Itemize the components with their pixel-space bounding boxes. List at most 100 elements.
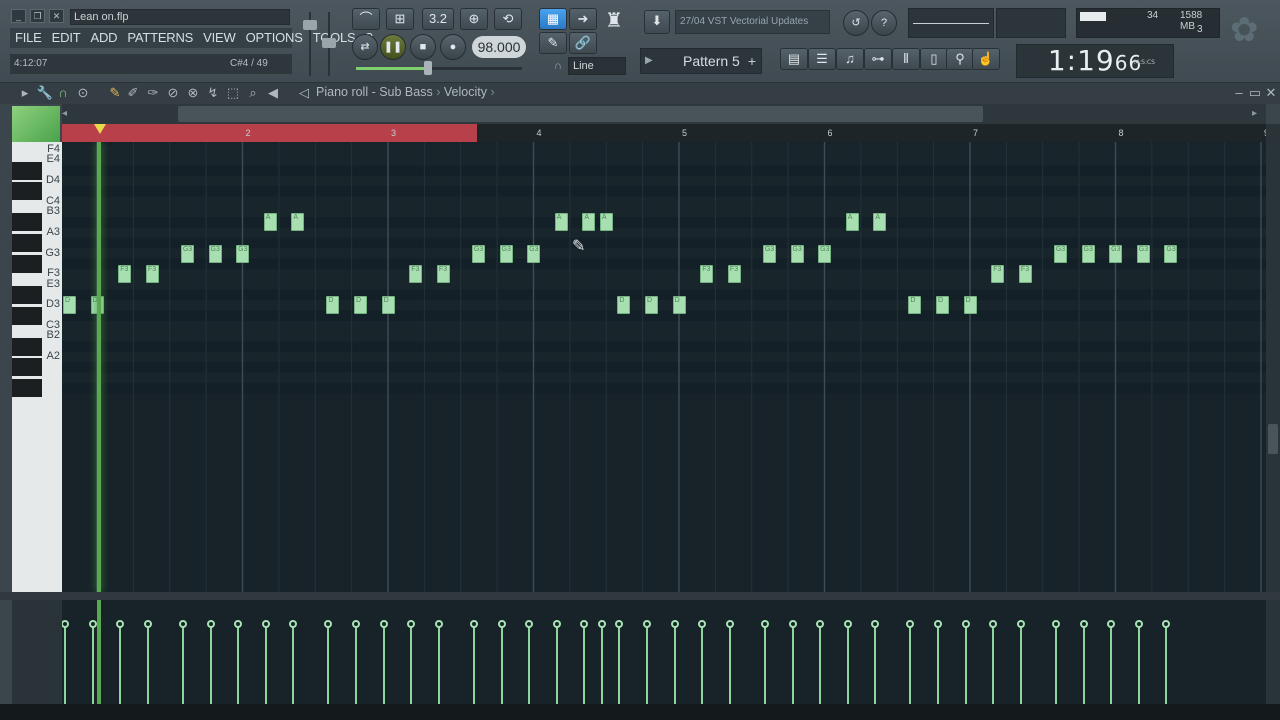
- velocity-handle[interactable]: [816, 620, 825, 628]
- news-ticker[interactable]: 27/04 VST Vectorial Updates: [675, 10, 830, 34]
- velocity-stem[interactable]: [146, 624, 149, 704]
- menu-view[interactable]: VIEW: [198, 28, 240, 48]
- loop-record-button[interactable]: ⟲: [494, 8, 522, 30]
- velocity-handle[interactable]: [1051, 620, 1060, 628]
- plugin-button[interactable]: ⚲: [946, 48, 974, 70]
- velocity-handle[interactable]: [1134, 620, 1143, 628]
- velocity-handle[interactable]: [143, 620, 152, 628]
- paint-tool-icon[interactable]: ✑: [144, 83, 162, 103]
- pattern-selector[interactable]: ▶ Pattern 5 +: [640, 48, 762, 74]
- velocity-stem[interactable]: [437, 624, 440, 704]
- velocity-stem[interactable]: [673, 624, 676, 704]
- velocity-handle[interactable]: [906, 620, 915, 628]
- velocity-handle[interactable]: [843, 620, 852, 628]
- note-block[interactable]: D: [645, 296, 658, 315]
- scroll-thumb[interactable]: [178, 106, 983, 122]
- wrench-icon[interactable]: 🔧: [36, 83, 54, 103]
- velocity-stem[interactable]: [763, 624, 766, 704]
- scroll-right-icon[interactable]: ▸: [1252, 108, 1257, 119]
- velocity-stem[interactable]: [119, 624, 122, 704]
- record-button[interactable]: ●: [440, 34, 466, 60]
- velocity-handle[interactable]: [788, 620, 797, 628]
- velocity-stem[interactable]: [874, 624, 877, 704]
- velocity-handle[interactable]: [871, 620, 880, 628]
- velocity-stem[interactable]: [791, 624, 794, 704]
- velocity-stem[interactable]: [1082, 624, 1085, 704]
- note-block[interactable]: G3: [1164, 244, 1178, 263]
- note-block[interactable]: G3: [236, 244, 250, 263]
- black-key[interactable]: [12, 213, 42, 232]
- event-lane-splitter[interactable]: [0, 592, 1280, 600]
- velocity-handle[interactable]: [434, 620, 443, 628]
- velocity-stem[interactable]: [472, 624, 475, 704]
- velocity-stem[interactable]: [909, 624, 912, 704]
- note-block[interactable]: D: [326, 296, 340, 315]
- velocity-scrollbar[interactable]: [1266, 600, 1280, 704]
- velocity-handle[interactable]: [670, 620, 679, 628]
- velocity-stem[interactable]: [355, 624, 357, 704]
- note-grid[interactable]: D D F3 F3 G3 G3 G3 A A D D D F3 F3 G3 G3 G3 A A A D D D F3 F3 G3 G…: [62, 142, 1266, 592]
- browser-button[interactable]: ▯: [920, 48, 948, 70]
- note-block[interactable]: G3: [1053, 244, 1067, 263]
- velocity-handle[interactable]: [324, 620, 333, 628]
- note-block[interactable]: A: [263, 213, 277, 232]
- velocity-handle[interactable]: [961, 620, 970, 628]
- note-block[interactable]: A: [291, 213, 305, 232]
- note-block[interactable]: D: [936, 296, 949, 315]
- playlist-button[interactable]: ▤: [780, 48, 808, 70]
- black-key[interactable]: [12, 234, 42, 253]
- mute-tool-icon[interactable]: ⊗: [184, 83, 202, 103]
- note-block[interactable]: A: [554, 213, 568, 232]
- velocity-stem[interactable]: [618, 624, 621, 704]
- velocity-stem[interactable]: [992, 624, 995, 704]
- velocity-handle[interactable]: [552, 620, 561, 628]
- velocity-handle[interactable]: [580, 620, 589, 628]
- brush-tool-icon[interactable]: ✐: [124, 83, 142, 103]
- velocity-stem[interactable]: [292, 624, 295, 704]
- velocity-handle[interactable]: [178, 620, 187, 628]
- note-block[interactable]: G3: [471, 244, 485, 263]
- delete-tool-icon[interactable]: ⊘: [164, 83, 182, 103]
- velocity-stem[interactable]: [1110, 624, 1113, 704]
- velocity-lane[interactable]: [62, 600, 1266, 704]
- stop-button[interactable]: ■: [410, 34, 436, 60]
- note-block[interactable]: G3: [1109, 244, 1123, 263]
- velocity-handle[interactable]: [289, 620, 298, 628]
- black-key[interactable]: [12, 285, 42, 304]
- velocity-handle[interactable]: [469, 620, 478, 628]
- plugin-picker-button[interactable]: ⦀: [892, 48, 920, 70]
- help-button[interactable]: ?: [871, 10, 897, 36]
- pitch-handle[interactable]: [322, 38, 336, 48]
- pause-button[interactable]: ❚❚: [380, 34, 406, 60]
- pattern-song-toggle[interactable]: ⇄: [352, 34, 378, 60]
- velocity-stem[interactable]: [209, 624, 212, 704]
- note-block[interactable]: F3: [1018, 265, 1032, 284]
- note-block[interactable]: D: [672, 296, 686, 315]
- velocity-handle[interactable]: [698, 620, 707, 628]
- velocity-stem[interactable]: [410, 624, 413, 704]
- velocity-handle[interactable]: [116, 620, 125, 628]
- typing-keyboard-button[interactable]: ▦: [539, 8, 567, 30]
- velocity-stem[interactable]: [528, 624, 531, 704]
- volume-handle[interactable]: [303, 20, 317, 30]
- velocity-stem[interactable]: [500, 624, 503, 704]
- velocity-handle[interactable]: [597, 620, 606, 628]
- black-key[interactable]: [12, 254, 42, 273]
- touch-button[interactable]: ☝: [972, 48, 1000, 70]
- note-block[interactable]: D: [963, 296, 977, 315]
- loop-region[interactable]: [62, 124, 477, 142]
- velocity-stem[interactable]: [728, 624, 731, 704]
- zoom-tool-icon[interactable]: ⌕: [244, 83, 262, 103]
- menu-file[interactable]: FILE: [10, 28, 47, 48]
- velocity-handle[interactable]: [62, 620, 69, 628]
- note-block[interactable]: F3: [145, 265, 159, 284]
- minimize-button[interactable]: _: [11, 9, 26, 23]
- step-arrow-button[interactable]: ➜: [569, 8, 597, 30]
- note-block[interactable]: A: [873, 213, 887, 232]
- playhead-marker-icon[interactable]: [94, 124, 106, 134]
- velocity-stem[interactable]: [1137, 624, 1140, 704]
- note-block[interactable]: G3: [527, 244, 541, 263]
- velocity-handle[interactable]: [525, 620, 534, 628]
- playback-tool-icon[interactable]: ◀: [264, 83, 282, 103]
- black-key[interactable]: [12, 161, 42, 180]
